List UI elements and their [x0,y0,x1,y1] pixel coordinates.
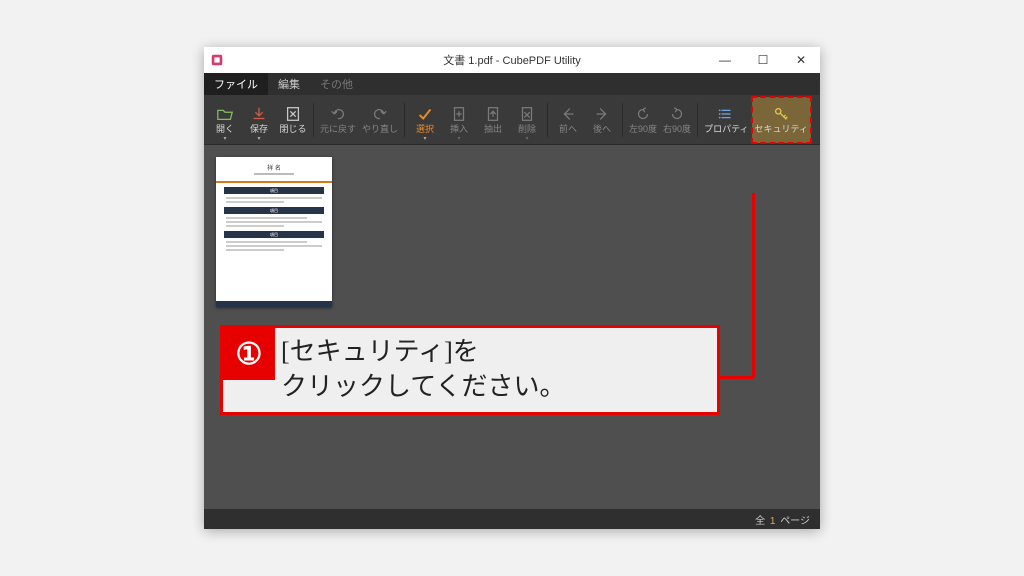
page-thumbnail[interactable]: 祥 名 項目 項目 項目 [216,157,332,307]
menubar: ファイル 編集 その他 [204,73,820,95]
redo-icon [371,105,389,123]
delete-button[interactable]: 削除 ▾ [510,97,544,143]
titlebar: 文書 1.pdf - CubePDF Utility — ☐ ✕ [204,47,820,73]
close-button[interactable]: ✕ [782,47,820,73]
property-button[interactable]: プロパティ [701,97,751,143]
separator [313,103,314,137]
check-icon [416,105,434,123]
close-doc-button[interactable]: 閉じる [276,97,310,143]
arrow-right-icon [593,105,611,123]
thumb-header: 祥 名 [216,157,332,183]
prev-button[interactable]: 前へ [551,97,585,143]
toolbar: 開く ▾ 保存 ▾ 閉じる 元に戻す やり直し 選択 ▾ [204,95,820,145]
folder-open-icon [216,105,234,123]
step-number-badge: ① [223,328,275,380]
callout-connector [720,376,754,379]
redo-button[interactable]: やり直し [359,97,401,143]
separator [547,103,548,137]
delete-page-icon [518,105,536,123]
select-button[interactable]: 選択 ▾ [408,97,442,143]
window-controls: — ☐ ✕ [706,47,820,73]
open-button[interactable]: 開く ▾ [208,97,242,143]
app-window: 文書 1.pdf - CubePDF Utility — ☐ ✕ ファイル 編集… [204,47,820,529]
page-count-label: 全 1 ページ [755,512,810,527]
menu-edit[interactable]: 編集 [268,73,310,95]
extract-page-icon [484,105,502,123]
rotate-right-icon [668,105,686,123]
extract-button[interactable]: 抽出 [476,97,510,143]
chevron-down-icon: ▾ [208,136,242,142]
statusbar: 全 1 ページ [204,509,820,529]
chevron-down-icon: ▾ [510,136,544,142]
maximize-button[interactable]: ☐ [744,47,782,73]
minimize-button[interactable]: — [706,47,744,73]
next-button[interactable]: 後へ [585,97,619,143]
key-icon [772,105,790,123]
menu-other[interactable]: その他 [310,73,363,95]
arrow-left-icon [559,105,577,123]
rotate-left-button[interactable]: 左90度 [626,97,660,143]
app-icon [210,53,224,67]
security-button[interactable]: セキュリティ [752,97,811,143]
separator [697,103,698,137]
save-download-icon [250,105,268,123]
rotate-left-icon [634,105,652,123]
insert-button[interactable]: 挿入 ▾ [442,97,476,143]
chevron-down-icon: ▾ [408,136,442,142]
workspace: 祥 名 項目 項目 項目 ① [セキュリティ]を クリックしてください。 [204,145,820,509]
instruction-text: [セキュリティ]を クリックしてください。 [275,328,575,412]
save-button[interactable]: 保存 ▾ [242,97,276,143]
chevron-down-icon: ▾ [242,136,276,142]
undo-icon [329,105,347,123]
callout-connector [752,193,755,378]
list-icon [717,105,735,123]
separator [404,103,405,137]
undo-button[interactable]: 元に戻す [317,97,359,143]
separator [622,103,623,137]
instruction-callout: ① [セキュリティ]を クリックしてください。 [220,325,720,415]
close-doc-icon [284,105,302,123]
insert-page-icon [450,105,468,123]
rotate-right-button[interactable]: 右90度 [660,97,694,143]
menu-file[interactable]: ファイル [204,73,268,95]
chevron-down-icon: ▾ [442,136,476,142]
